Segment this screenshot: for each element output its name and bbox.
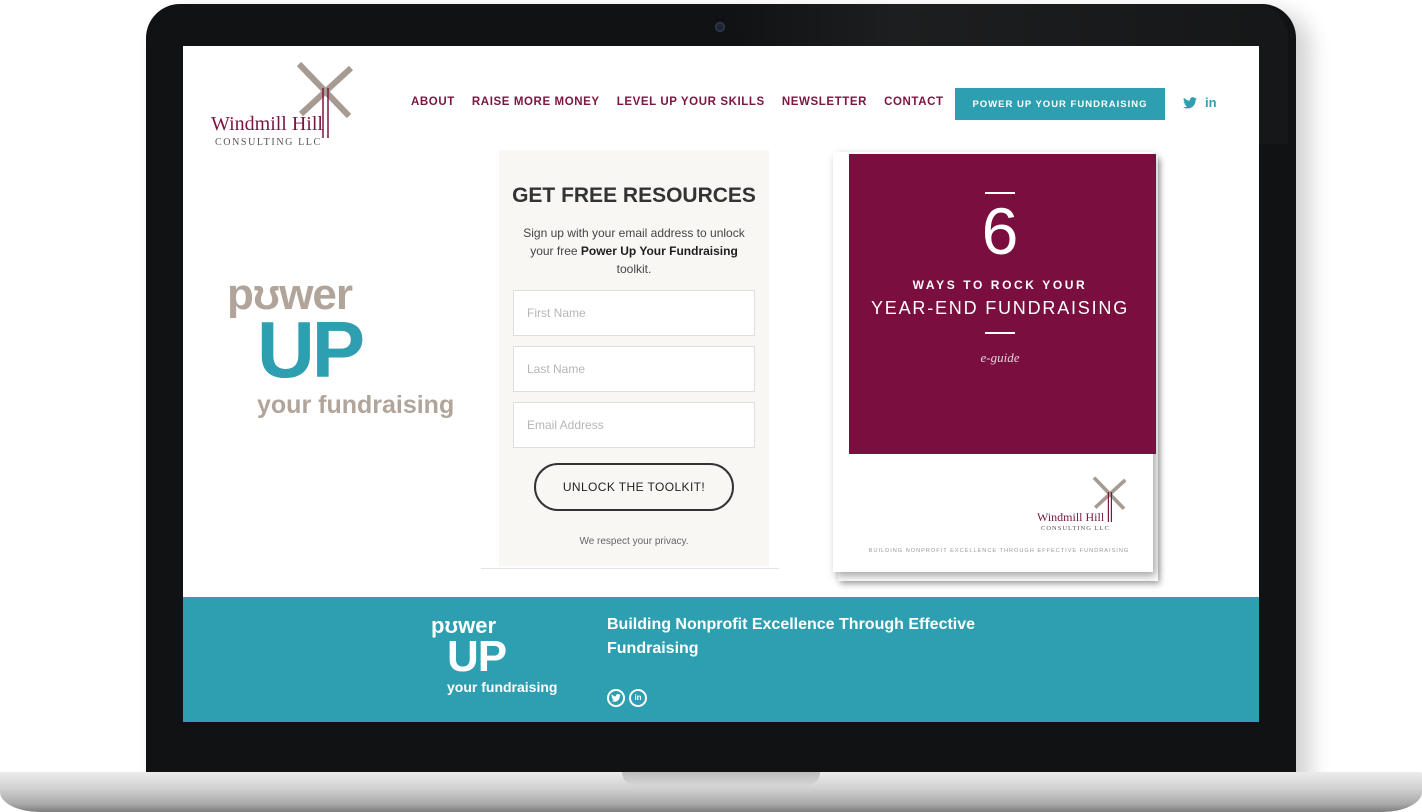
eguide-title-line1: WAYS TO ROCK YOUR	[912, 278, 1088, 292]
laptop-camera	[715, 22, 725, 32]
power-up-logo: pʊwer UP your fundraising	[227, 270, 487, 424]
form-desc-end: toolkit.	[616, 262, 652, 276]
website-screen: Windmill Hill CONSULTING LLC ABOUT RAISE…	[183, 46, 1259, 722]
laptop-base-notch	[622, 772, 820, 786]
logo-subtitle: CONSULTING LLC	[215, 137, 322, 148]
eguide-dash-bottom	[985, 332, 1015, 334]
twitter-circle-icon[interactable]	[607, 689, 625, 707]
footer-logo-tagline: your fundraising	[447, 679, 558, 695]
power-up-logo-tagline: your fundraising	[257, 391, 455, 419]
first-name-input[interactable]	[513, 290, 755, 336]
site-footer: pʊwer UP your fundraising Building Nonpr…	[183, 597, 1259, 722]
eguide-tagline: BUILDING NONPROFIT EXCELLENCE THROUGH EF…	[868, 548, 1130, 554]
form-divider	[481, 568, 779, 569]
privacy-note: We respect your privacy.	[579, 536, 689, 547]
logo-name: Windmill Hill	[211, 113, 323, 135]
twitter-icon[interactable]	[1183, 96, 1197, 109]
nav-newsletter[interactable]: NEWSLETTER	[782, 96, 867, 108]
nav-level-up-your-skills[interactable]: LEVEL UP YOUR SKILLS	[617, 96, 765, 108]
footer-logo-word-up: UP	[447, 632, 507, 681]
signup-form: GET FREE RESOURCES Sign up with your ema…	[499, 150, 769, 566]
site-logo[interactable]: Windmill Hill CONSULTING LLC	[211, 58, 371, 150]
eguide-logo: Windmill Hill CONSULTING LLC	[1037, 474, 1137, 540]
unlock-toolkit-button[interactable]: UNLOCK THE TOOLKIT!	[534, 463, 734, 511]
form-description: Sign up with your email address to unloc…	[513, 224, 755, 278]
linkedin-icon[interactable]: in	[1205, 96, 1217, 109]
eguide-logo-name: Windmill Hill	[1037, 510, 1105, 524]
eguide-logo-subtitle: CONSULTING LLC	[1041, 525, 1110, 532]
footer-social-links: in	[607, 689, 647, 707]
nav-contact[interactable]: CONTACT	[884, 96, 944, 108]
eguide-number: 6	[981, 194, 1019, 268]
header-social-links: in	[1183, 96, 1217, 109]
main-nav: ABOUT RAISE MORE MONEY LEVEL UP YOUR SKI…	[411, 96, 944, 108]
form-title: GET FREE RESOURCES	[512, 184, 756, 207]
eguide-cover: 6 WAYS TO ROCK YOUR YEAR-END FUNDRAISING…	[833, 152, 1156, 572]
power-up-logo-word-up: UP	[257, 305, 365, 394]
twitter-bird-icon	[611, 694, 621, 702]
eguide-cover-panel: 6 WAYS TO ROCK YOUR YEAR-END FUNDRAISING…	[849, 154, 1156, 454]
footer-power-up-logo: pʊwer UP your fundraising	[431, 611, 581, 711]
power-up-fundraising-button[interactable]: POWER UP YOUR FUNDRAISING	[955, 88, 1165, 120]
nav-raise-more-money[interactable]: RAISE MORE MONEY	[472, 96, 600, 108]
last-name-input[interactable]	[513, 346, 755, 392]
eguide-title-line2: YEAR-END FUNDRAISING	[870, 298, 1130, 318]
email-input[interactable]	[513, 402, 755, 448]
eguide-type: e-guide	[980, 350, 1020, 365]
form-desc-bold: Power Up Your Fundraising	[580, 244, 738, 258]
linkedin-circle-icon[interactable]: in	[629, 689, 647, 707]
footer-tagline: Building Nonprofit Excellence Through Ef…	[607, 616, 976, 657]
nav-about[interactable]: ABOUT	[411, 96, 455, 108]
